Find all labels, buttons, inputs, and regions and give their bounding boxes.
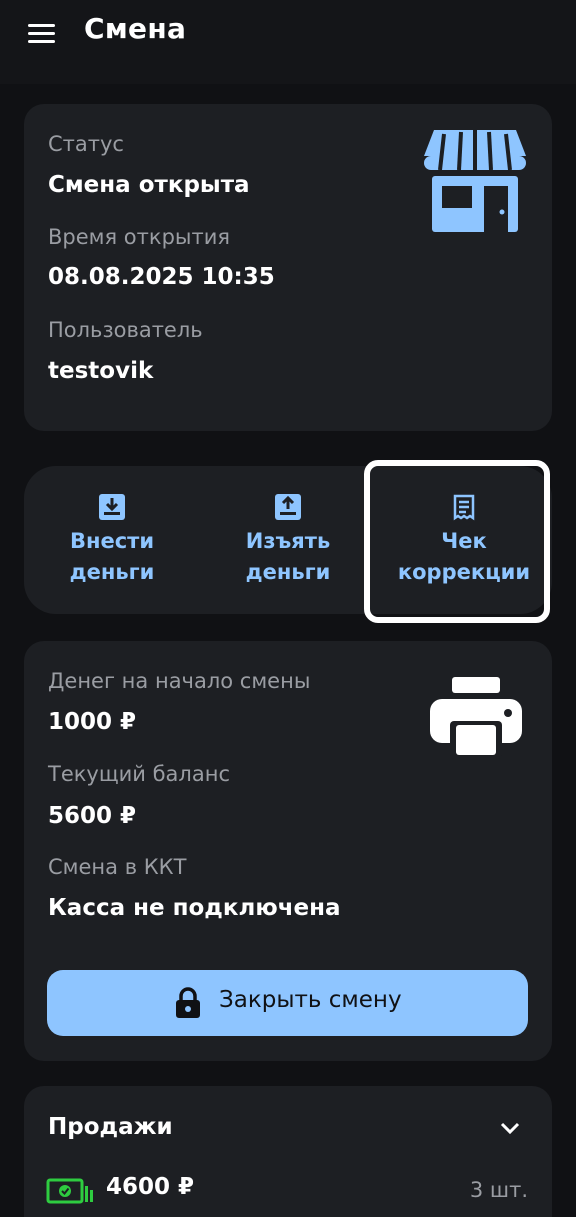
store-icon <box>424 130 526 232</box>
deposit-icon <box>99 494 125 520</box>
app-bar: Смена <box>0 0 576 84</box>
deposit-money-button[interactable]: Внести деньги <box>24 466 200 614</box>
sales-count: 3 шт. <box>469 1178 528 1202</box>
sales-amount: 4600 ₽ <box>106 1174 195 1200</box>
user-value: testovik <box>48 358 154 384</box>
withdraw-money-button[interactable]: Изъять деньги <box>200 466 376 614</box>
deposit-label-line2: деньги <box>69 560 155 584</box>
current-balance-value: 5600 ₽ <box>48 803 137 829</box>
status-card: Статус Смена открыта Время открытия 08.0… <box>24 104 552 431</box>
selection-highlight <box>364 460 550 623</box>
close-shift-label: Закрыть смену <box>219 987 402 1013</box>
sales-card[interactable]: Продажи 4600 ₽ 3 шт. <box>24 1086 552 1217</box>
status-value: Смена открыта <box>48 172 250 198</box>
start-balance-value: 1000 ₽ <box>48 709 137 735</box>
sales-title: Продажи <box>48 1114 173 1140</box>
withdraw-icon <box>275 494 301 520</box>
kkt-shift-value: Касса не подключена <box>48 895 341 921</box>
withdraw-label-line1: Изъять <box>245 529 331 553</box>
deposit-label-line1: Внести <box>69 529 155 553</box>
page-title: Смена <box>84 12 187 45</box>
start-balance-label: Денег на начало смены <box>48 669 311 693</box>
kkt-shift-label: Смена в ККТ <box>48 855 187 879</box>
current-balance-label: Текущий баланс <box>48 762 230 786</box>
cash-icon <box>46 1178 93 1204</box>
open-time-label: Время открытия <box>48 225 230 249</box>
status-label: Статус <box>48 132 124 156</box>
lock-icon <box>176 987 200 1018</box>
chevron-down-icon[interactable] <box>498 1120 522 1136</box>
open-time-value: 08.08.2025 10:35 <box>48 264 275 290</box>
printer-icon[interactable] <box>430 677 522 759</box>
menu-icon[interactable] <box>28 22 56 46</box>
close-shift-button[interactable]: Закрыть смену <box>47 970 528 1036</box>
withdraw-label-line2: деньги <box>245 560 331 584</box>
user-label: Пользователь <box>48 318 203 342</box>
